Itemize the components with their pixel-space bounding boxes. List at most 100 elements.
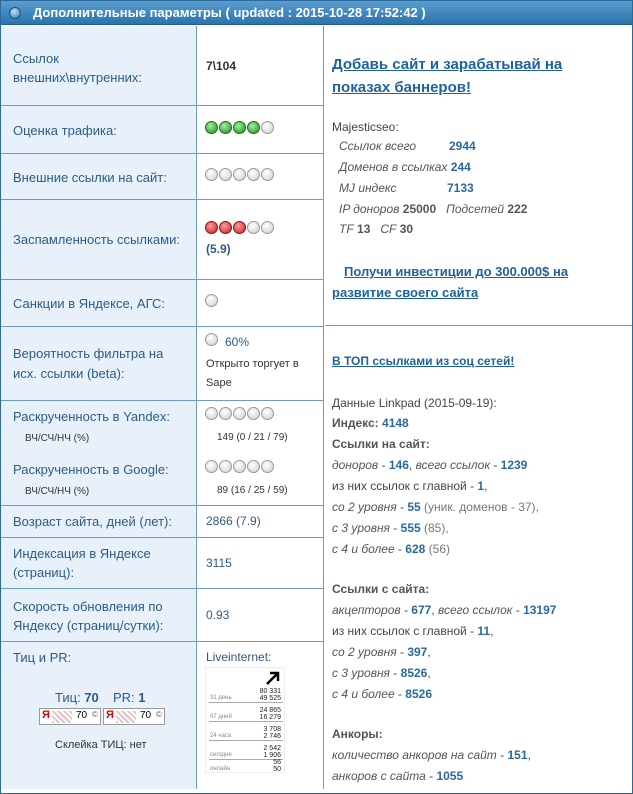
li-row: 31 день 80 331 49 525	[209, 686, 283, 703]
anchors-out: анкоров с сайта - 1055	[332, 769, 464, 783]
out-links-acceptors: акцепторов - 677, всего ссылок - 13197	[332, 603, 557, 617]
majestic-title: Majesticseo:	[332, 120, 399, 134]
li-row-name: сегодня	[210, 752, 232, 758]
rating-dot-icon	[247, 121, 260, 134]
yandex-logo-icon: Я	[106, 709, 114, 721]
liveinternet-counter[interactable]: 31 день 80 331 49 525 07 дней 24 865 16 …	[205, 667, 285, 773]
tic-label: Тиц:	[55, 690, 81, 705]
rating-dot-icon	[261, 407, 274, 420]
ext-links-label: Внешние ссылки на сайт:	[13, 170, 167, 185]
li-row-a: 56	[273, 759, 281, 766]
tic-value: 70	[84, 690, 99, 705]
rating-dot-icon	[233, 121, 246, 134]
row-filter-value-cell: 60% Открыто торгует в Sape	[197, 327, 324, 401]
row-extlinks-label-cell: Внешние ссылки на сайт:	[1, 154, 197, 200]
row-sanctions-value-cell	[197, 280, 324, 327]
yandex-promo-sub: ВЧ/СЧ/НЧ (%)	[25, 433, 90, 444]
linkpad-index: Индекс: 4148	[332, 416, 409, 430]
traffic-rating	[205, 121, 274, 134]
yandex-promo-value: 149 (0 / 21 / 79)	[217, 432, 288, 443]
out-links-level2: со 2 уровня - 397,	[332, 645, 431, 659]
rating-dot-icon	[205, 168, 218, 181]
google-promo-label: Раскрученность в Google:	[13, 462, 169, 477]
majestic-ip: IP доноров 25000 Подсетей 222	[339, 202, 528, 216]
li-row-name: 31 день	[210, 695, 232, 701]
spam-value: (5.9)	[206, 242, 231, 256]
row-promo-label-cell: Раскрученность в Yandex: ВЧ/СЧ/НЧ (%) Ра…	[1, 401, 197, 506]
speed-value: 0.93	[206, 608, 230, 622]
li-row-a: 3 708	[263, 726, 281, 733]
pr-value: 1	[138, 690, 146, 705]
majestic-links-value: 2944	[449, 139, 476, 153]
age-value: 2866 (7.9)	[206, 514, 261, 528]
yandex-promo-rating	[205, 407, 274, 420]
right-bottom-panel: В ТОП ссылками из соц сетей! Данные Link…	[325, 327, 632, 789]
majestic-links-label: Ссылок всего	[339, 139, 417, 153]
row-extlinks-value-cell	[197, 154, 324, 200]
rating-dot-icon	[219, 221, 232, 234]
in-links-donors: доноров - 146, всего ссылок - 1239	[332, 458, 528, 472]
row-sanctions-label-cell: Санкции в Яндексе, АГС:	[1, 280, 197, 327]
row-index-value-cell: 3115	[197, 538, 324, 589]
investment-link[interactable]: Получи инвестиции до 300.000$ на развити…	[332, 261, 622, 303]
row-age-value-cell: 2866 (7.9)	[197, 506, 324, 538]
copyright-icon: ©	[156, 710, 162, 719]
ext-links-rating	[205, 168, 274, 181]
rating-dot-icon	[247, 407, 260, 420]
rating-dot-icon	[261, 121, 274, 134]
rating-dot-icon	[261, 460, 274, 473]
badge-tic-value: 70	[76, 710, 88, 721]
ad-banner-link[interactable]: Добавь сайт и зарабатывай на показах бан…	[332, 53, 622, 99]
li-row-name: 07 дней	[210, 714, 232, 720]
out-links-title: Ссылки с сайта:	[332, 582, 430, 596]
sanctions-label: Санкции в Яндексе, АГС:	[13, 296, 166, 311]
yandex-promo-label: Раскрученность в Yandex:	[13, 409, 170, 424]
li-row: онлайн 56 50	[209, 759, 283, 773]
rating-dot-icon	[205, 460, 218, 473]
index-label: Индексация в Яндексе (страниц):	[13, 546, 151, 580]
spam-rating	[205, 221, 274, 234]
anchors-in: количество анкоров на сайт - 151,	[332, 748, 531, 762]
li-row-a: 24 865	[259, 707, 281, 714]
yandex-tic-badge-2[interactable]: Я 70 ©	[103, 708, 165, 725]
rating-dot-icon	[261, 221, 274, 234]
rating-dot-icon	[219, 407, 232, 420]
li-row-name: 24 часа	[210, 733, 232, 739]
in-links-level2: со 2 уровня - 55 (уник. доменов - 37),	[332, 500, 539, 514]
badge-tic-value: 70	[140, 710, 152, 721]
globe-icon	[9, 7, 21, 19]
rating-dot-icon	[205, 221, 218, 234]
liveinternet-label: Liveinternet:	[206, 650, 272, 664]
yandex-tic-badge[interactable]: Я 70 ©	[39, 708, 101, 725]
rating-dot-icon	[247, 221, 260, 234]
sanctions-rating	[205, 294, 218, 307]
li-row: сегодня 2 542 1 906	[209, 743, 283, 760]
rating-dot-icon	[205, 121, 218, 134]
yandex-logo-icon: Я	[42, 709, 50, 721]
tic-glue: Склейка ТИЦ: нет	[55, 739, 147, 751]
rating-dot-icon	[205, 333, 218, 346]
filter-percent: 60%	[225, 335, 250, 349]
google-promo-sub: ВЧ/СЧ/НЧ (%)	[25, 486, 90, 497]
index-value: 3115	[206, 556, 232, 570]
li-row-b: 16 279	[259, 714, 281, 721]
rating-dot-icon	[205, 407, 218, 420]
rating-dot-icon	[219, 168, 232, 181]
li-row-b: 2 746	[263, 733, 281, 740]
pr-text: PR: 1	[113, 690, 146, 705]
majestic-tf-cf: TF 13 CF 30	[339, 222, 414, 236]
speed-label: Скорость обновления по Яндексу (страниц/…	[13, 599, 164, 633]
copyright-icon: ©	[92, 710, 98, 719]
li-row-b: 49 525	[259, 695, 281, 702]
rating-dot-icon	[233, 407, 246, 420]
rating-dot-icon	[219, 121, 232, 134]
majestic-mj-value: 7133	[447, 181, 474, 195]
links-value: 7\104	[206, 59, 237, 73]
li-row-a: 80 331	[259, 688, 281, 695]
row-speed-value-cell: 0.93	[197, 589, 324, 642]
top-social-link[interactable]: В ТОП ссылками из соц сетей!	[332, 351, 514, 372]
rating-dot-icon	[247, 460, 260, 473]
li-row-b: 1 906	[263, 752, 281, 759]
anchors-title: Анкоры:	[332, 727, 383, 741]
out-links-main: из них ссылок с главной - 11,	[332, 624, 494, 638]
